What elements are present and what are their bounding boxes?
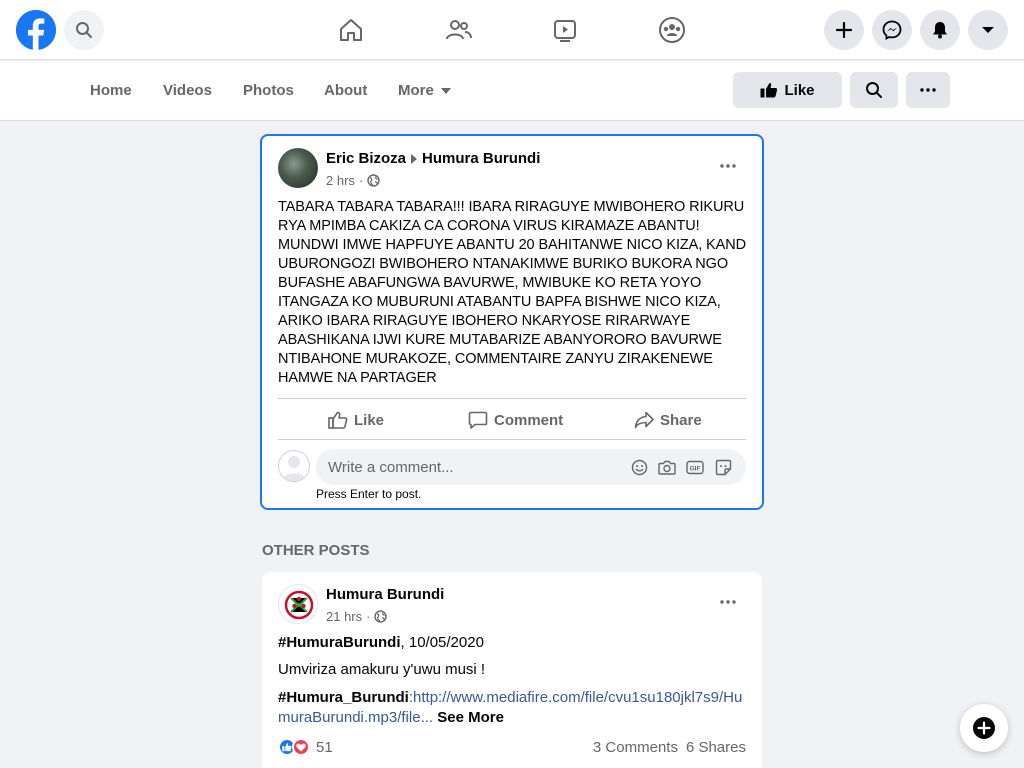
facebook-logo[interactable] bbox=[16, 10, 56, 50]
press-enter-hint: Press Enter to post. bbox=[316, 487, 422, 501]
tab-videos[interactable]: Videos bbox=[163, 82, 212, 99]
search-icon bbox=[76, 22, 92, 38]
thumbs-up-outline-icon bbox=[328, 411, 348, 429]
shares-count[interactable]: 6 Shares bbox=[686, 739, 746, 756]
post-options-button[interactable] bbox=[710, 148, 746, 184]
post-date: , 10/05/2020 bbox=[400, 634, 484, 651]
post-timestamp[interactable]: 2 hrs bbox=[326, 173, 355, 188]
like-page-button[interactable]: Like bbox=[733, 72, 842, 108]
home-tab[interactable] bbox=[333, 12, 369, 48]
search-icon bbox=[866, 82, 882, 98]
reaction-count: 51 bbox=[316, 738, 333, 756]
default-avatar-icon bbox=[279, 451, 309, 481]
post-author-line: Eric Bizoza Humura Burundi bbox=[326, 150, 540, 167]
share-icon bbox=[634, 411, 654, 429]
top-navigation-bar bbox=[0, 0, 1024, 60]
tab-more-label: More bbox=[398, 82, 434, 99]
gif-icon[interactable]: GIF bbox=[686, 458, 704, 476]
post-first-line: #HumuraBurundi, 10/05/2020 bbox=[278, 634, 484, 651]
engagement-counts: 3 Comments 6 Shares bbox=[593, 739, 746, 756]
other-posts-heading: OTHER POSTS bbox=[262, 542, 370, 559]
create-button[interactable] bbox=[824, 10, 864, 50]
tab-photos[interactable]: Photos bbox=[243, 82, 294, 99]
author-name[interactable]: Eric Bizoza bbox=[326, 150, 406, 167]
globe-icon bbox=[367, 174, 380, 187]
reactions-summary[interactable]: 51 bbox=[278, 738, 333, 756]
friends-icon bbox=[446, 20, 472, 40]
notifications-button[interactable] bbox=[920, 10, 960, 50]
meta-separator: · bbox=[358, 173, 364, 188]
plus-icon bbox=[836, 22, 852, 38]
target-page-name[interactable]: Humura Burundi bbox=[422, 150, 540, 167]
post-link-block: #Humura_Burundi:http://www.mediafire.com… bbox=[278, 688, 748, 728]
hashtag-link[interactable]: #HumuraBurundi bbox=[278, 634, 401, 651]
tab-home[interactable]: Home bbox=[90, 82, 132, 99]
post-meta: 21 hrs · bbox=[326, 609, 388, 624]
watch-icon bbox=[554, 20, 576, 42]
page-search-button[interactable] bbox=[850, 72, 898, 108]
hashtag-link[interactable]: #Humura_Burundi bbox=[278, 689, 409, 706]
like-page-label: Like bbox=[784, 81, 815, 99]
post-card: Eric Bizoza Humura Burundi 2 hrs · TABAR… bbox=[260, 134, 764, 510]
like-label: Like bbox=[354, 411, 385, 429]
post-timestamp[interactable]: 21 hrs bbox=[326, 609, 362, 624]
comment-button[interactable]: Comment bbox=[468, 404, 563, 436]
other-post-card: Humura Burundi 21 hrs · #HumuraBurundi, … bbox=[262, 572, 762, 768]
current-user-avatar bbox=[278, 450, 310, 482]
emoji-icon[interactable] bbox=[630, 458, 648, 476]
meta-separator: · bbox=[366, 609, 371, 624]
tab-about[interactable]: About bbox=[324, 82, 367, 99]
divider bbox=[278, 439, 746, 440]
sticker-icon[interactable] bbox=[714, 458, 732, 476]
author-avatar[interactable] bbox=[278, 148, 318, 188]
home-icon bbox=[340, 19, 362, 41]
watch-tab[interactable] bbox=[547, 12, 583, 48]
comments-count[interactable]: 3 Comments bbox=[593, 739, 678, 756]
ellipsis: ... bbox=[420, 709, 434, 726]
messenger-icon bbox=[882, 20, 902, 40]
post-body-text: TABARA TABARA TABARA!!! IBARA RIRAGUYE M… bbox=[278, 199, 746, 386]
account-menu-button[interactable] bbox=[968, 10, 1008, 50]
search-button[interactable] bbox=[64, 10, 104, 50]
dropdown-icon bbox=[982, 27, 994, 33]
post-second-line: Umviriza amakuru y'uwu musi ! bbox=[278, 661, 486, 678]
notifications-icon bbox=[933, 22, 947, 39]
comment-icon bbox=[468, 411, 488, 429]
divider bbox=[278, 398, 746, 399]
groups-icon bbox=[659, 17, 685, 43]
more-horizontal-icon bbox=[920, 88, 936, 92]
caret-down-icon bbox=[440, 87, 451, 94]
page-more-options-button[interactable] bbox=[906, 72, 950, 108]
arrow-right-icon bbox=[411, 153, 418, 164]
like-button[interactable]: Like bbox=[328, 404, 384, 436]
comment-composer: GIF bbox=[316, 449, 746, 485]
comment-label: Comment bbox=[494, 411, 564, 429]
tab-more[interactable]: More bbox=[398, 82, 452, 99]
new-message-button[interactable] bbox=[960, 704, 1008, 752]
camera-icon[interactable] bbox=[658, 458, 676, 476]
groups-tab[interactable] bbox=[654, 12, 690, 48]
page-name[interactable]: Humura Burundi bbox=[326, 586, 444, 603]
see-more-link[interactable]: See More bbox=[437, 709, 504, 726]
thumbs-up-icon bbox=[760, 83, 778, 98]
share-button[interactable]: Share bbox=[634, 404, 702, 436]
post-meta: 2 hrs · bbox=[326, 173, 380, 188]
plus-circle-icon bbox=[973, 717, 995, 739]
svg-text:GIF: GIF bbox=[690, 465, 701, 472]
friends-tab[interactable] bbox=[441, 12, 477, 48]
share-label: Share bbox=[660, 411, 702, 429]
comment-input[interactable] bbox=[328, 449, 618, 485]
globe-icon bbox=[374, 610, 388, 623]
page-navigation-bar: Home Videos Photos About More Like bbox=[0, 61, 1024, 121]
page-avatar[interactable] bbox=[278, 584, 318, 624]
more-horizontal-icon bbox=[720, 164, 736, 168]
love-reaction-icon bbox=[292, 738, 310, 756]
messenger-button[interactable] bbox=[872, 10, 912, 50]
burundi-emblem-icon bbox=[280, 586, 317, 623]
more-horizontal-icon bbox=[720, 600, 736, 604]
post-options-button[interactable] bbox=[710, 584, 746, 620]
